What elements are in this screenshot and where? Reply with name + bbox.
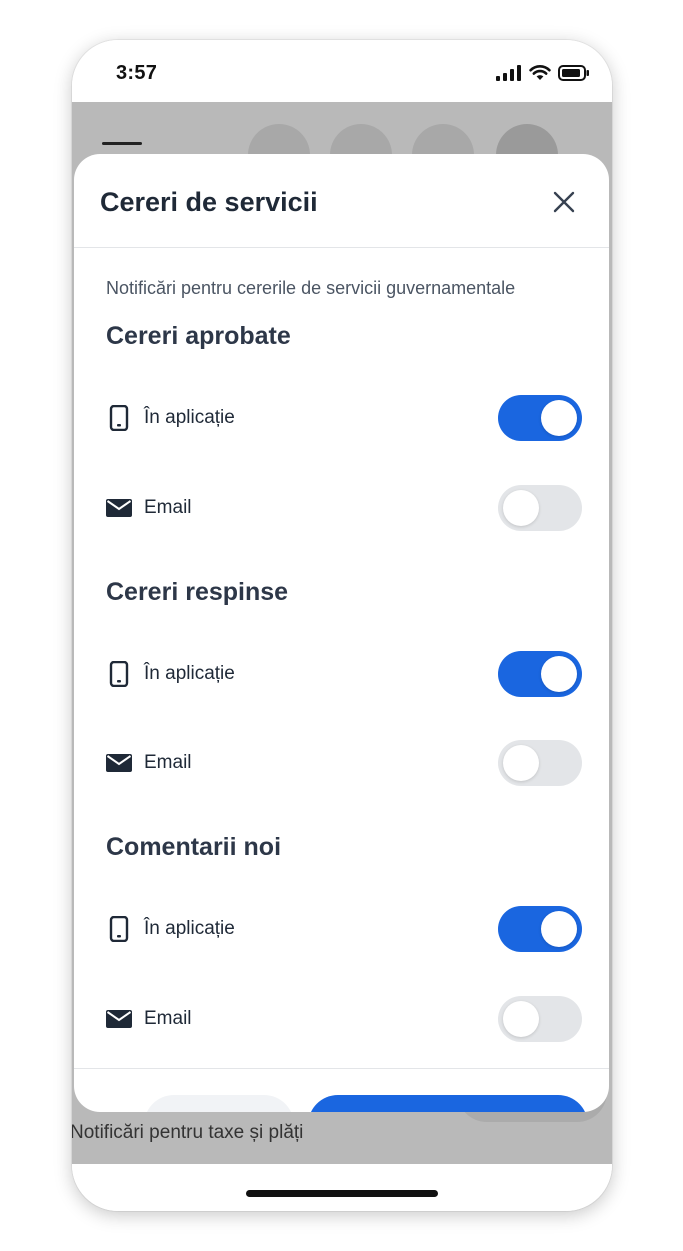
option-label: Email xyxy=(144,1008,192,1029)
envelope-icon xyxy=(106,1006,132,1032)
sheet-subtitle: Notificări pentru cererile de servicii g… xyxy=(106,278,516,298)
battery-icon xyxy=(558,64,589,81)
envelope-icon xyxy=(106,495,132,521)
toggle-switch-approved-in-app[interactable] xyxy=(498,395,582,441)
option-label: Email xyxy=(144,752,192,773)
status-time: 3:57 xyxy=(116,62,158,84)
option-label: În aplicație xyxy=(144,918,235,939)
toggle-knob xyxy=(503,1001,539,1037)
toggle-switch-comments-in-app[interactable] xyxy=(498,906,582,952)
toggle-knob xyxy=(503,745,539,781)
option-row-comments-email: Email xyxy=(106,994,582,1044)
status-bar: 3:57 xyxy=(72,40,612,102)
option-label: În aplicație xyxy=(144,663,235,684)
close-button[interactable] xyxy=(548,186,580,218)
home-indicator[interactable] xyxy=(246,1190,438,1197)
toggle-knob xyxy=(541,400,577,436)
phone-icon xyxy=(106,661,132,687)
option-row-rejected-email: Email xyxy=(106,738,582,788)
toggle-switch-rejected-in-app[interactable] xyxy=(498,651,582,697)
toggle-switch-rejected-email[interactable] xyxy=(498,740,582,786)
close-icon xyxy=(553,191,575,213)
toggle-switch-comments-email[interactable] xyxy=(498,996,582,1042)
phone-icon xyxy=(106,916,132,942)
option-row-rejected-in-app: În aplicație xyxy=(106,649,582,699)
option-label: Email xyxy=(144,497,192,518)
envelope-icon xyxy=(106,750,132,776)
section-title-new-comments: Comentarii noi xyxy=(106,833,282,861)
sheet-footer xyxy=(74,1068,609,1112)
save-button[interactable] xyxy=(308,1095,588,1112)
section-title-approved: Cereri aprobate xyxy=(106,322,291,350)
phone-frame: 3:57 Notificări pentru taxe și plăți Cer… xyxy=(72,40,612,1211)
option-label: În aplicație xyxy=(144,407,235,428)
signal-icon xyxy=(496,64,521,81)
background-section-label: Notificări pentru taxe și plăți xyxy=(72,1122,304,1143)
sheet-header: Cereri de servicii xyxy=(74,154,609,248)
toggle-knob xyxy=(541,656,577,692)
wifi-icon xyxy=(529,65,551,80)
status-icons xyxy=(496,64,590,81)
phone-icon xyxy=(106,405,132,431)
option-row-approved-email: Email xyxy=(106,483,582,533)
cancel-button[interactable] xyxy=(144,1095,294,1112)
home-area xyxy=(72,1164,612,1211)
sheet-title: Cereri de servicii xyxy=(100,187,318,217)
service-requests-sheet: Cereri de servicii Notificări pentru cer… xyxy=(74,154,609,1112)
option-row-approved-in-app: În aplicație xyxy=(106,393,582,443)
toggle-knob xyxy=(503,490,539,526)
option-row-comments-in-app: În aplicație xyxy=(106,904,582,954)
section-title-rejected: Cereri respinse xyxy=(106,578,289,606)
toggle-knob xyxy=(541,911,577,947)
toggle-switch-approved-email[interactable] xyxy=(498,485,582,531)
